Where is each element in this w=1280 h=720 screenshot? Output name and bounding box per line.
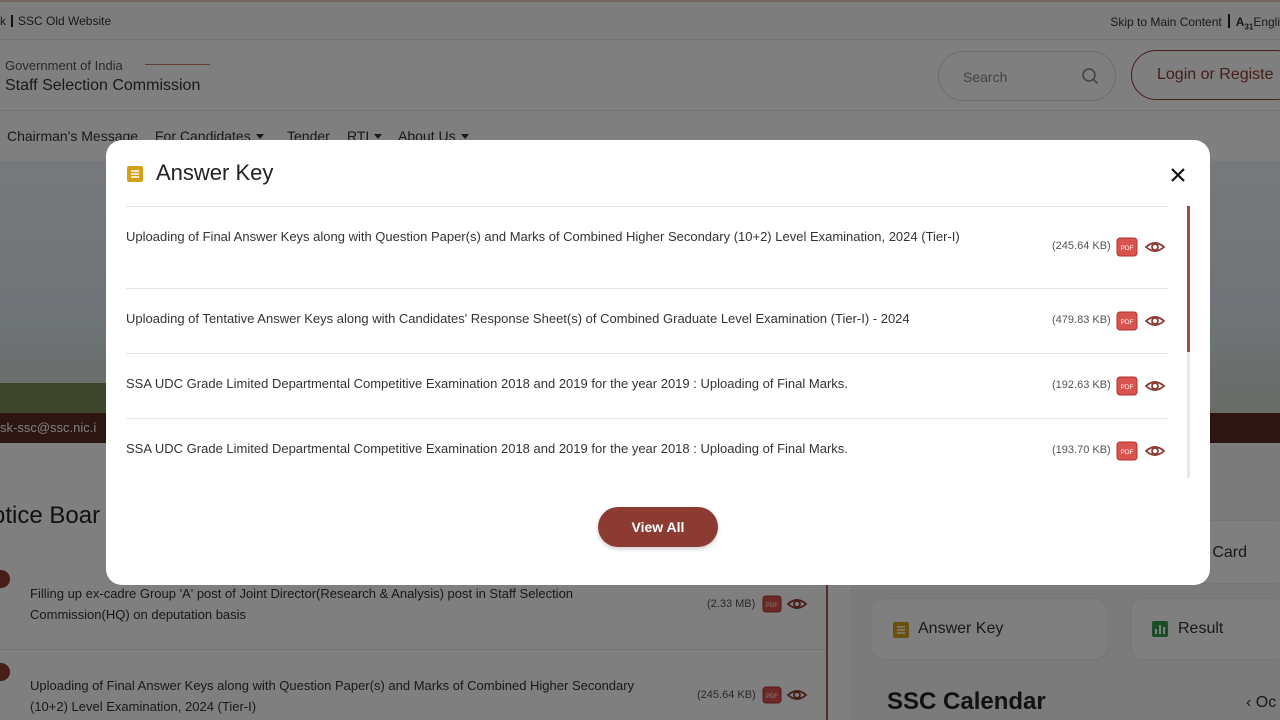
list-item[interactable]: SSA UDC Grade Limited Departmental Compe…: [126, 354, 1168, 419]
pdf-icon[interactable]: PDF: [1116, 441, 1138, 461]
eye-icon[interactable]: [1144, 377, 1166, 395]
answer-key-text[interactable]: Uploading of Final Answer Keys along wit…: [126, 227, 1026, 247]
file-size: (192.63 KB): [1052, 379, 1111, 391]
answer-key-text[interactable]: SSA UDC Grade Limited Departmental Compe…: [126, 374, 1026, 394]
close-icon[interactable]: [1167, 164, 1189, 186]
list-item[interactable]: Uploading of Tentative Answer Keys along…: [126, 289, 1168, 354]
eye-icon[interactable]: [1144, 238, 1166, 256]
file-size: (479.83 KB): [1052, 314, 1111, 326]
svg-text:PDF: PDF: [1121, 245, 1134, 252]
svg-text:PDF: PDF: [1121, 384, 1134, 391]
file-size: (193.70 KB): [1052, 444, 1111, 456]
pdf-icon[interactable]: PDF: [1116, 237, 1138, 257]
file-size: (245.64 KB): [1052, 240, 1111, 252]
modal-title: Answer Key: [156, 160, 274, 185]
list-item[interactable]: SSA UDC Grade Limited Departmental Compe…: [126, 419, 1168, 479]
answer-key-text[interactable]: Uploading of Tentative Answer Keys along…: [126, 309, 1026, 329]
view-all-button[interactable]: View All: [598, 507, 718, 547]
document-icon: [127, 166, 143, 182]
pdf-icon[interactable]: PDF: [1116, 311, 1138, 331]
answer-key-list[interactable]: Uploading of Final Answer Keys along wit…: [126, 206, 1168, 478]
svg-text:PDF: PDF: [1121, 449, 1134, 456]
scrollbar-thumb[interactable]: [1187, 206, 1190, 352]
answer-key-modal: Answer Key Uploading of Final Answer Key…: [106, 140, 1210, 585]
svg-text:PDF: PDF: [1121, 319, 1134, 326]
eye-icon[interactable]: [1144, 312, 1166, 330]
list-item[interactable]: Uploading of Final Answer Keys along wit…: [126, 207, 1168, 289]
answer-key-text[interactable]: SSA UDC Grade Limited Departmental Compe…: [126, 439, 1026, 459]
eye-icon[interactable]: [1144, 442, 1166, 460]
pdf-icon[interactable]: PDF: [1116, 376, 1138, 396]
